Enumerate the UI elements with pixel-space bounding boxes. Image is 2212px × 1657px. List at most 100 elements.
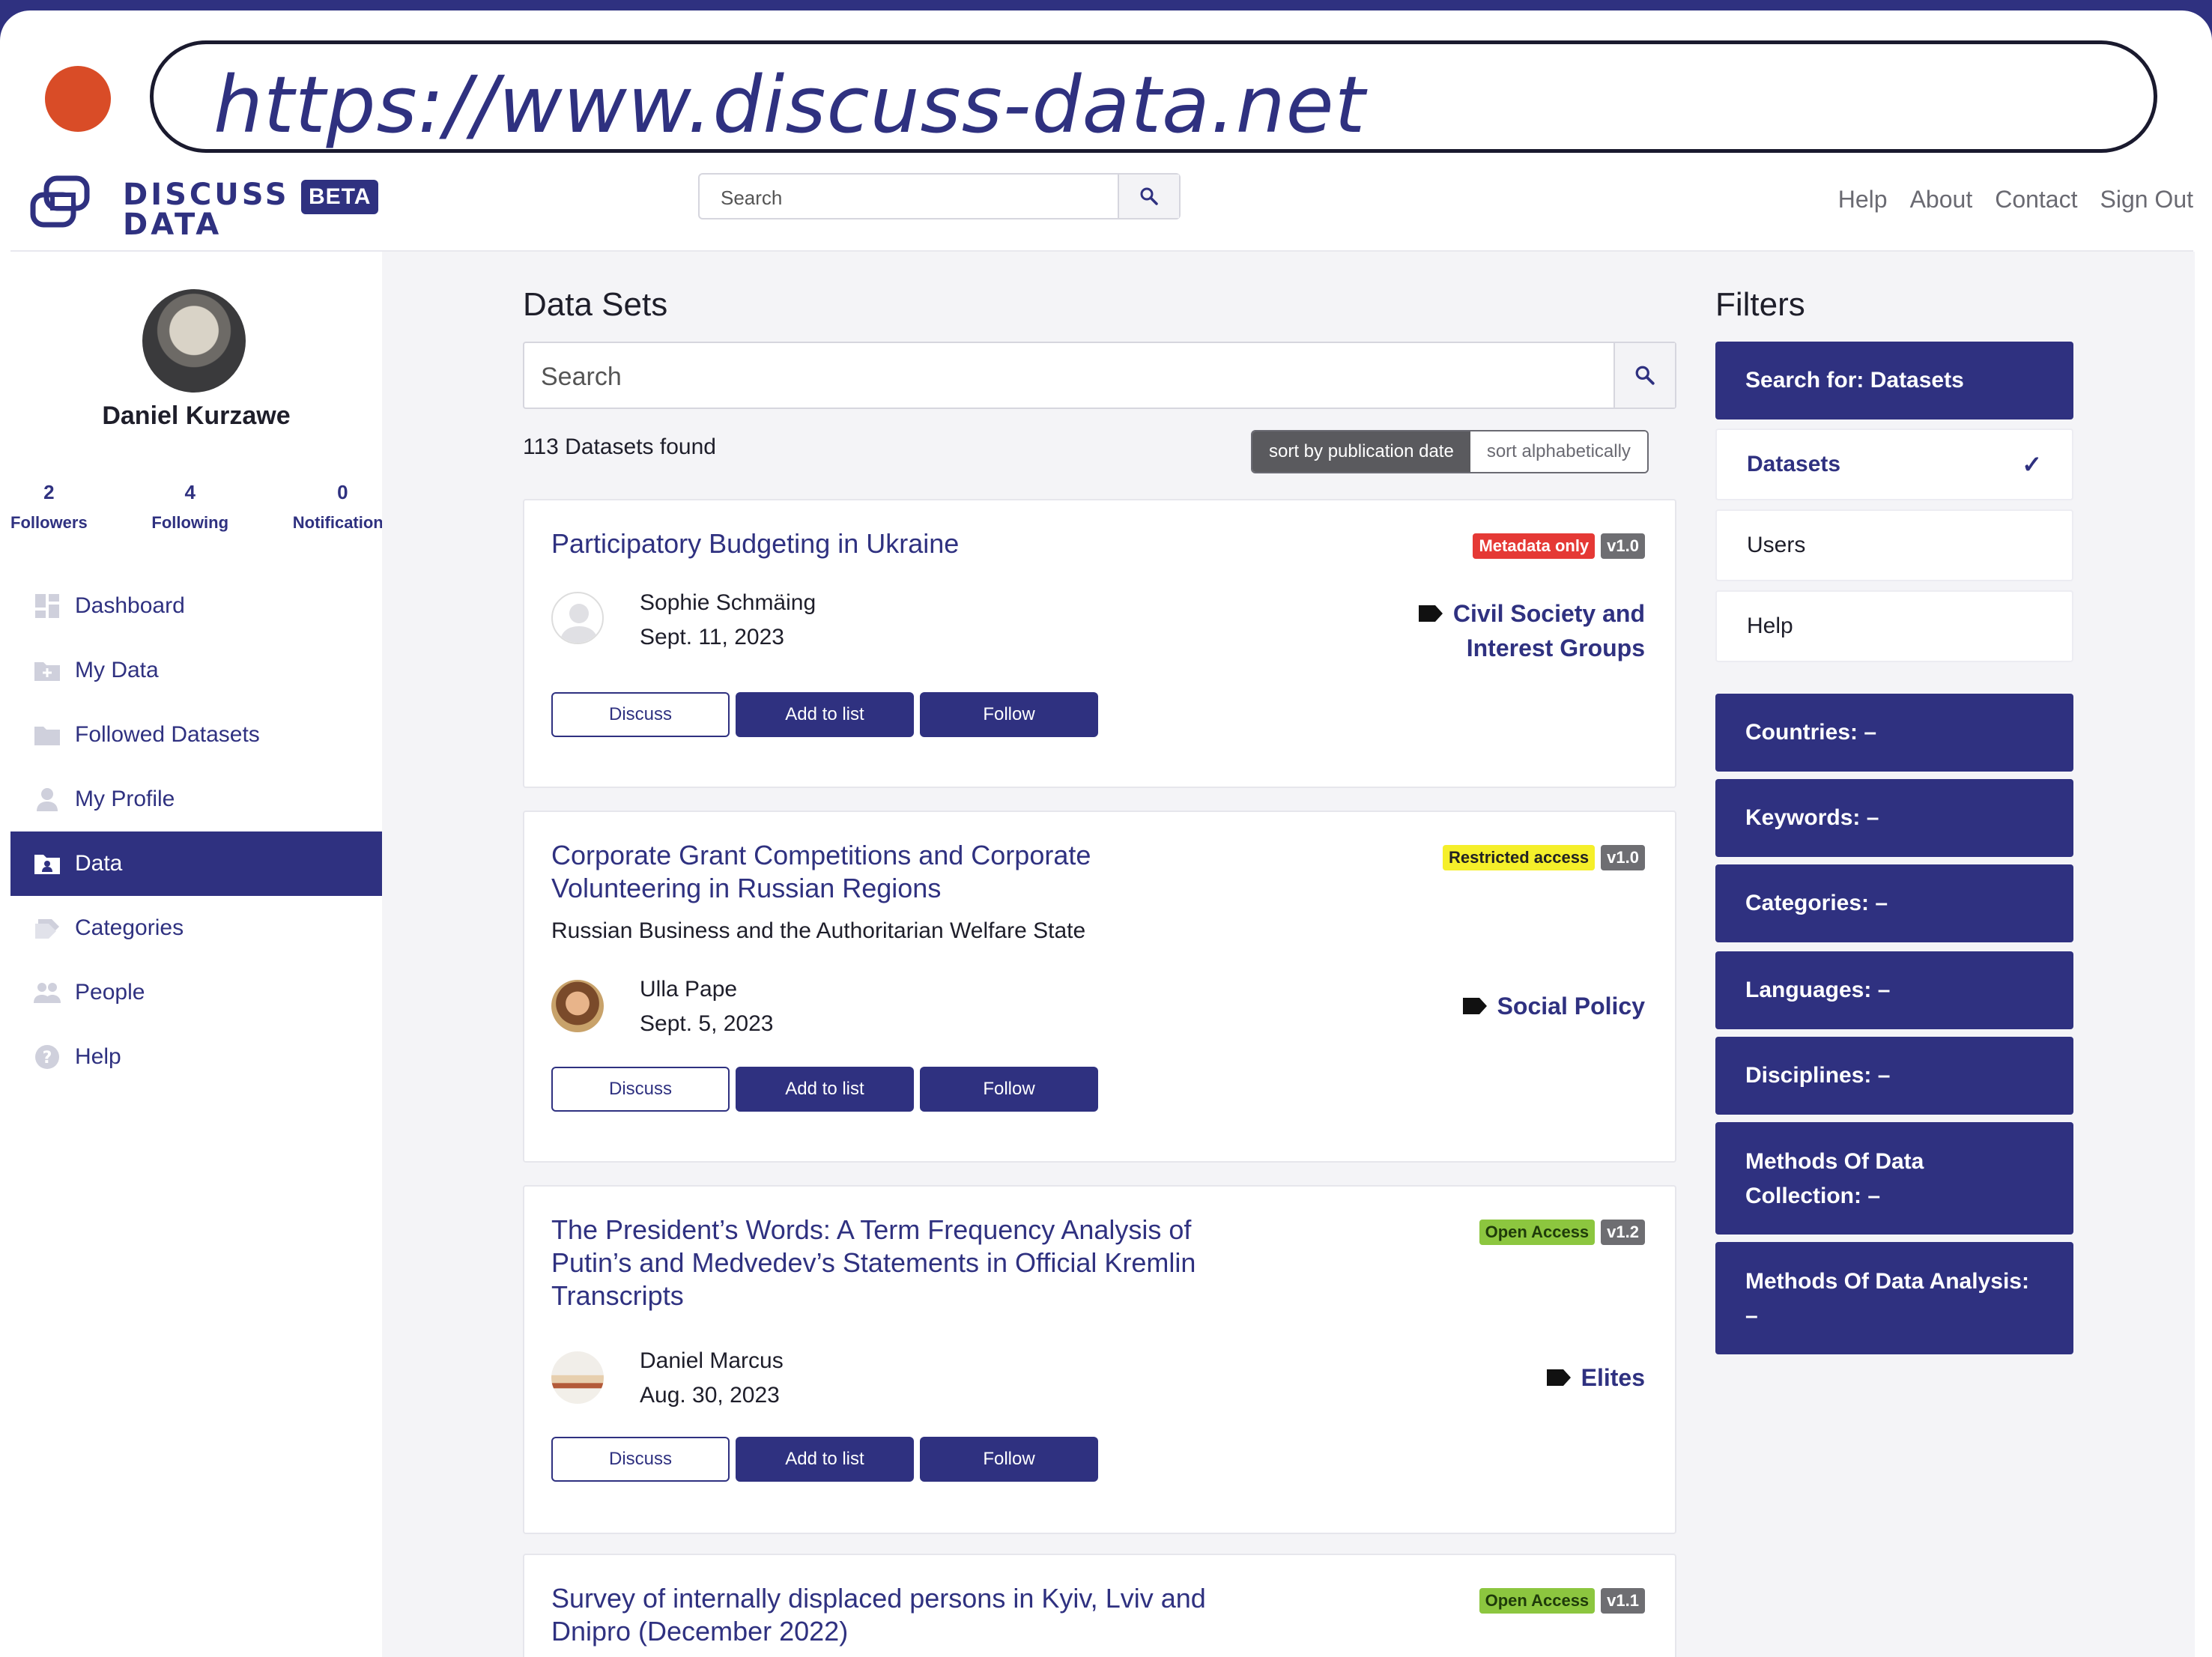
filter-type-help[interactable]: Help xyxy=(1715,590,2073,662)
filter-type-datasets[interactable]: Datasets ✓ xyxy=(1715,428,2073,500)
author-name[interactable]: Sophie Schmäing xyxy=(640,586,816,620)
dataset-category[interactable]: Social Policy xyxy=(1461,989,1645,1023)
top-nav: Help About Contact Sign Out xyxy=(1838,186,2193,213)
address-bar[interactable]: https://www.discuss-data.net xyxy=(150,40,2157,153)
filter-countries[interactable]: Countries: – xyxy=(1715,694,2073,772)
person-icon xyxy=(33,785,61,814)
author-name[interactable]: Daniel Marcus xyxy=(640,1344,784,1378)
author-avatar[interactable] xyxy=(551,592,604,644)
sidebar-item-data[interactable]: Data xyxy=(10,831,382,896)
dataset-badges: Metadata only v1.0 xyxy=(1473,533,1645,559)
follow-button[interactable]: Follow xyxy=(920,1067,1098,1112)
dataset-actions: Discuss Add to list Follow xyxy=(551,1067,1098,1112)
header-search-button[interactable] xyxy=(1118,175,1179,218)
main-panel: Data Sets Search 113 Datasets found sort… xyxy=(382,252,2195,1657)
author-avatar[interactable] xyxy=(551,1351,604,1404)
dataset-author: Ulla Pape Sept. 5, 2023 xyxy=(640,972,773,1041)
access-badge: Open Access xyxy=(1479,1220,1596,1245)
header-search[interactable]: Search xyxy=(698,173,1181,219)
dataset-category[interactable]: Elites xyxy=(1545,1360,1645,1395)
question-icon: ? xyxy=(33,1043,61,1071)
dataset-card: Corporate Grant Competitions and Corpora… xyxy=(523,811,1676,1163)
stat-followers[interactable]: 2 Followers xyxy=(10,481,88,533)
sidebar-item-dashboard[interactable]: Dashboard xyxy=(10,574,382,638)
access-badge: Open Access xyxy=(1479,1588,1596,1614)
sort-toggle: sort by publication date sort alphabetic… xyxy=(1251,430,1649,473)
dataset-title[interactable]: Survey of internally displaced persons i… xyxy=(551,1582,1375,1648)
sort-alphabetically-button[interactable]: sort alphabetically xyxy=(1470,431,1647,472)
tag-icon xyxy=(1418,605,1443,622)
access-badge: Restricted access xyxy=(1443,845,1596,870)
address-url: https://www.discuss-data.net xyxy=(213,59,1366,151)
tag-icon xyxy=(1546,1369,1571,1386)
add-to-list-button[interactable]: Add to list xyxy=(736,1437,914,1482)
dataset-subtitle: Russian Business and the Authoritarian W… xyxy=(551,918,1086,943)
results-count: 113 Datasets found xyxy=(523,434,716,459)
dataset-search-button[interactable] xyxy=(1613,343,1675,408)
filter-methods-collection[interactable]: Methods Of Data Collection: – xyxy=(1715,1122,2073,1235)
filter-search-for[interactable]: Search for: Datasets xyxy=(1715,342,2073,419)
dataset-badges: Restricted access v1.0 xyxy=(1443,845,1645,870)
discuss-data-logo-icon[interactable] xyxy=(30,172,112,232)
filter-type-users[interactable]: Users xyxy=(1715,509,2073,581)
filter-categories[interactable]: Categories: – xyxy=(1715,864,2073,942)
filter-disciplines[interactable]: Disciplines: – xyxy=(1715,1037,2073,1115)
dataset-actions: Discuss Add to list Follow xyxy=(551,1437,1098,1482)
sidebar-item-my-profile[interactable]: My Profile xyxy=(10,767,382,831)
sidebar-item-followed-datasets[interactable]: Followed Datasets xyxy=(10,703,382,767)
filter-languages[interactable]: Languages: – xyxy=(1715,951,2073,1029)
id-card-icon xyxy=(33,849,61,878)
dataset-title[interactable]: Corporate Grant Competitions and Corpora… xyxy=(551,839,1375,905)
sidebar-item-people[interactable]: People xyxy=(10,960,382,1025)
discuss-button[interactable]: Discuss xyxy=(551,1437,730,1482)
version-badge: v1.2 xyxy=(1601,1220,1645,1245)
filter-keywords[interactable]: Keywords: – xyxy=(1715,779,2073,857)
add-to-list-button[interactable]: Add to list xyxy=(736,692,914,737)
discuss-button[interactable]: Discuss xyxy=(551,1067,730,1112)
browser-screen: https://www.discuss-data.net DISCUSS DAT… xyxy=(0,10,2212,1657)
svg-text:?: ? xyxy=(43,1049,52,1067)
search-icon xyxy=(1140,187,1158,205)
dataset-title[interactable]: Participatory Budgeting in Ukraine xyxy=(551,527,1375,560)
nav-contact[interactable]: Contact xyxy=(1995,186,2077,213)
sidebar-item-categories[interactable]: Categories xyxy=(10,896,382,960)
sort-by-date-button[interactable]: sort by publication date xyxy=(1252,431,1470,472)
author-avatar[interactable] xyxy=(551,980,604,1032)
stat-notifications[interactable]: 0 Notifications xyxy=(293,481,393,533)
dataset-card: Survey of internally displaced persons i… xyxy=(523,1554,1676,1657)
sidebar-item-my-data[interactable]: My Data xyxy=(10,638,382,703)
author-name[interactable]: Ulla Pape xyxy=(640,972,773,1007)
version-badge: v1.0 xyxy=(1601,533,1645,559)
dataset-category[interactable]: Civil Society and Interest Groups xyxy=(1417,596,1645,665)
version-badge: v1.1 xyxy=(1601,1588,1645,1614)
dataset-card: Participatory Budgeting in Ukraine Metad… xyxy=(523,499,1676,788)
nav-about[interactable]: About xyxy=(1910,186,1973,213)
publication-date: Sept. 5, 2023 xyxy=(640,1011,774,1036)
discuss-button[interactable]: Discuss xyxy=(551,692,730,737)
user-stats: 2 Followers 4 Following 0 Notifications xyxy=(10,481,393,533)
stat-following[interactable]: 4 Following xyxy=(151,481,228,533)
nav-help[interactable]: Help xyxy=(1838,186,1888,213)
folder-icon xyxy=(33,721,61,749)
dataset-title[interactable]: The President’s Words: A Term Frequency … xyxy=(551,1214,1375,1312)
dataset-search[interactable]: Search xyxy=(523,342,1676,409)
follow-button[interactable]: Follow xyxy=(920,692,1098,737)
header-search-input[interactable]: Search xyxy=(721,187,782,210)
dataset-card: The President’s Words: A Term Frequency … xyxy=(523,1185,1676,1534)
dataset-actions: Discuss Add to list Follow xyxy=(551,692,1098,737)
categories-icon xyxy=(33,914,61,942)
sidebar-item-help[interactable]: ? Help xyxy=(10,1025,382,1089)
follow-button[interactable]: Follow xyxy=(920,1437,1098,1482)
add-to-list-button[interactable]: Add to list xyxy=(736,1067,914,1112)
nav-sign-out[interactable]: Sign Out xyxy=(2100,186,2193,213)
site-header: DISCUSS DATA BETA Search Help About Cont… xyxy=(10,160,2193,252)
filter-methods-analysis[interactable]: Methods Of Data Analysis: – xyxy=(1715,1242,2073,1354)
logo-text[interactable]: DISCUSS DATA xyxy=(123,180,290,240)
dataset-badges: Open Access v1.1 xyxy=(1479,1588,1645,1614)
tag-icon xyxy=(1462,998,1487,1014)
page-title: Data Sets xyxy=(523,286,668,323)
version-badge: v1.0 xyxy=(1601,845,1645,870)
record-dot-icon xyxy=(45,66,111,132)
dataset-search-input[interactable]: Search xyxy=(541,363,622,392)
user-avatar[interactable] xyxy=(142,289,246,393)
